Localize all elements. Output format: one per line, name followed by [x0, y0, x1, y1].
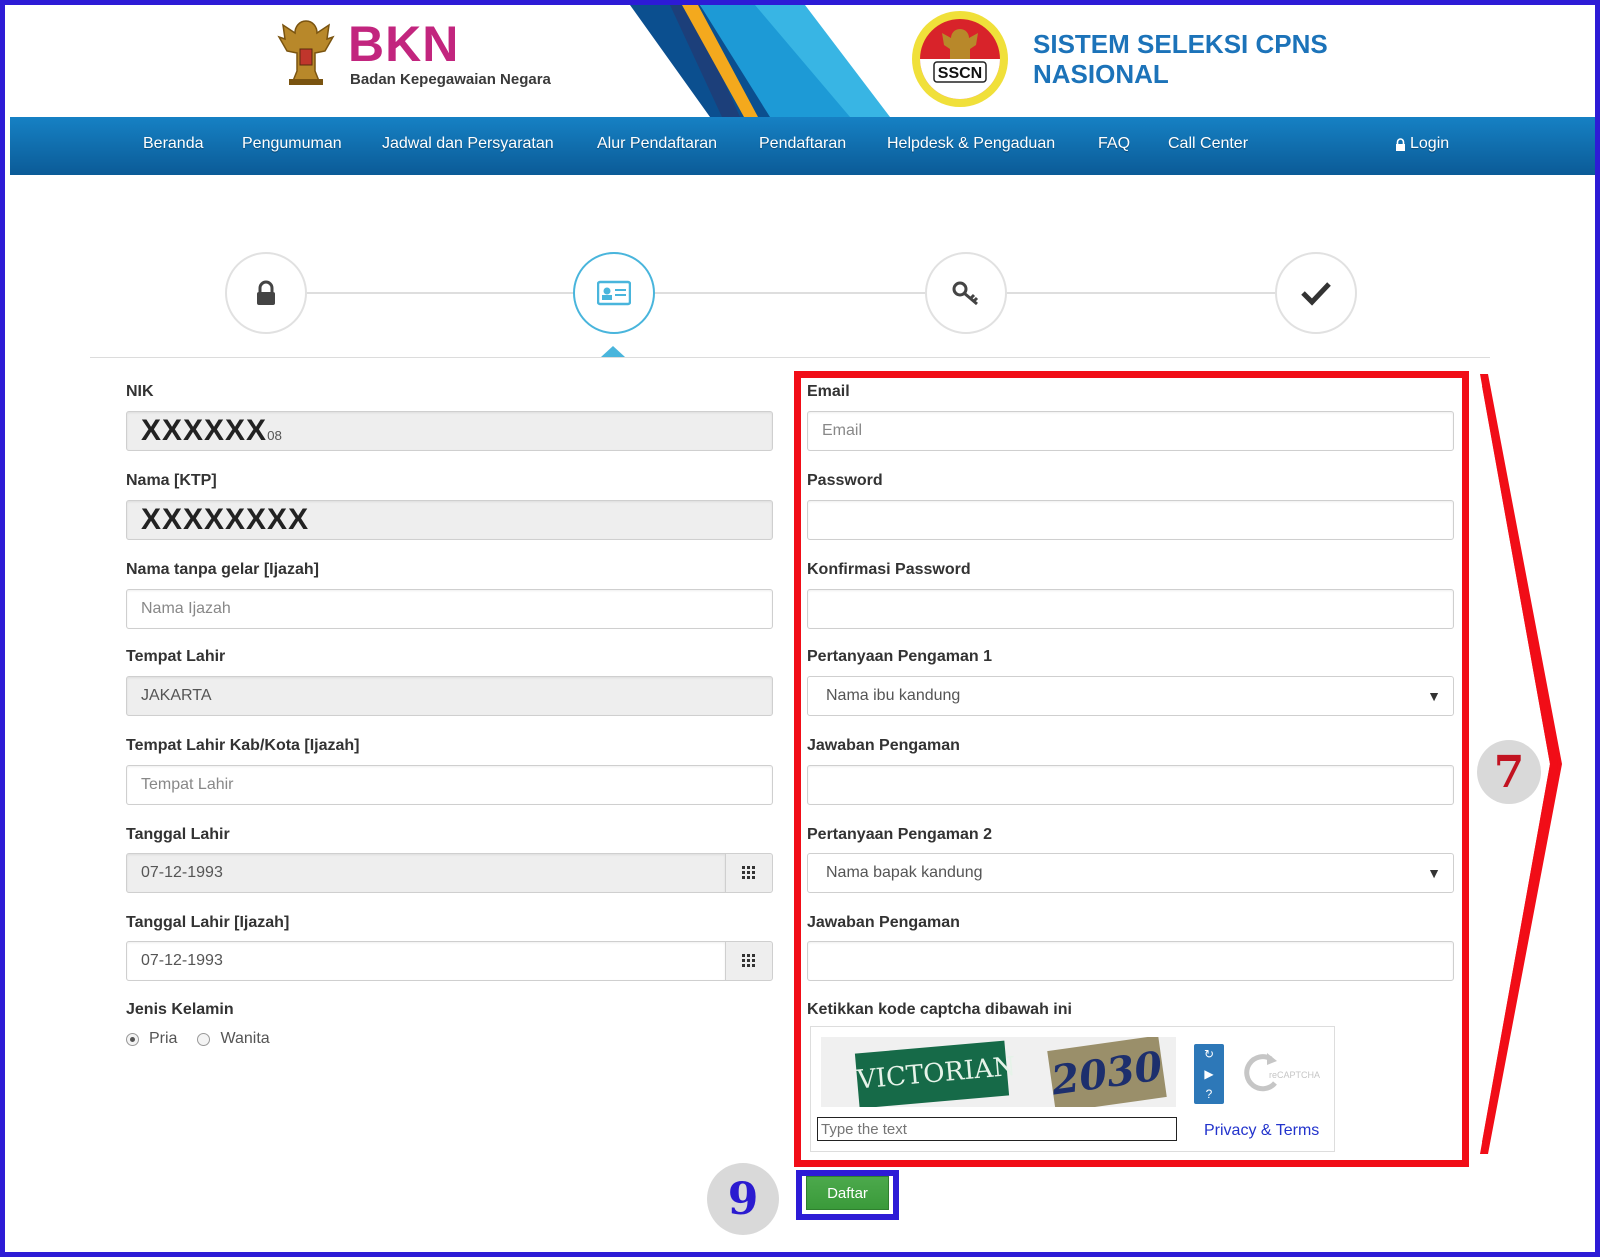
nama-ktp-label: Nama [KTP]	[126, 472, 217, 489]
nav-beranda[interactable]: Beranda	[143, 135, 204, 153]
sscn-title-line1: SISTEM SELEKSI CPNS	[1033, 29, 1328, 59]
sscn-title-line2: NASIONAL	[1033, 59, 1169, 89]
tempat-lahir-ijazah-label: Tempat Lahir Kab/Kota [Ijazah]	[126, 737, 360, 754]
steps-divider	[90, 357, 1490, 358]
nama-masked-value: XXXXXXXX	[141, 503, 310, 536]
tanggal-lahir-label: Tanggal Lahir	[126, 826, 230, 843]
nik-masked-value: XXXXXX	[141, 414, 268, 447]
nik-value-tail: 08	[267, 428, 282, 443]
step-2-identity	[573, 252, 655, 334]
tanggal-lahir-ijazah-label: Tanggal Lahir [Ijazah]	[126, 914, 290, 931]
tempat-lahir-label: Tempat Lahir	[126, 648, 226, 665]
radio-wanita-label: Wanita	[220, 1030, 270, 1047]
nav-faq[interactable]: FAQ	[1098, 135, 1130, 153]
lock-icon	[1396, 137, 1405, 151]
sscn-badge-text: SSCN	[938, 65, 982, 82]
tempat-lahir-field: JAKARTA	[126, 676, 773, 716]
nav-login-label: Login	[1410, 135, 1450, 152]
nik-field: XXXXXX08	[126, 411, 773, 451]
nav-jadwal-dan-persyaratan[interactable]: Jadwal dan Persyaratan	[382, 135, 554, 153]
annotation-highlight-box	[794, 371, 1469, 1167]
step-1-account	[225, 252, 307, 334]
step-3-security	[925, 252, 1007, 334]
annotation-step-7: 7	[1477, 740, 1541, 804]
nav-pendaftaran[interactable]: Pendaftaran	[759, 135, 846, 153]
nav-login[interactable]: Login	[1395, 135, 1449, 153]
nama-ijazah-input[interactable]	[126, 589, 773, 629]
jenis-kelamin-label: Jenis Kelamin	[126, 1001, 234, 1018]
nama-ijazah-label: Nama tanpa gelar [Ijazah]	[126, 561, 319, 578]
active-step-pointer	[601, 346, 625, 357]
radio-pria-label: Pria	[149, 1030, 178, 1047]
tempat-lahir-ijazah-input[interactable]	[126, 765, 773, 805]
step-4-finish	[1275, 252, 1357, 334]
garuda-emblem-icon	[277, 20, 335, 85]
nav-call-center[interactable]: Call Center	[1168, 135, 1248, 153]
calendar-grid-icon	[742, 954, 755, 967]
tanggal-lahir-ijazah-input[interactable]	[126, 941, 726, 981]
lock-icon	[257, 280, 275, 305]
nik-label: NIK	[126, 383, 154, 400]
nama-ktp-field: XXXXXXXX	[126, 500, 773, 540]
tanggal-lahir-field: 07-12-1993	[126, 853, 726, 893]
header-stripes-decoration	[630, 5, 890, 117]
id-card-icon	[597, 280, 631, 306]
site-header: BKN Badan Kepegawaian Negara SSCN SISTEM…	[10, 5, 1595, 117]
calendar-button[interactable]	[725, 853, 773, 893]
key-icon	[952, 281, 979, 306]
sscn-title: SISTEM SELEKSI CPNS NASIONAL	[1033, 29, 1328, 89]
calendar-ijazah-button[interactable]	[725, 941, 773, 981]
sscn-logo: SSCN	[912, 11, 1008, 107]
nav-alur-pendaftaran[interactable]: Alur Pendaftaran	[597, 135, 717, 153]
radio-wanita[interactable]	[197, 1032, 211, 1046]
nav-helpdesk-pengaduan[interactable]: Helpdesk & Pengaduan	[887, 135, 1055, 153]
bkn-title: BKN	[348, 16, 460, 72]
check-icon	[1301, 282, 1331, 306]
nav-pengumuman[interactable]: Pengumuman	[242, 135, 342, 153]
annotation-step-9: 9	[707, 1163, 779, 1235]
bkn-subtitle: Badan Kepegawaian Negara	[350, 71, 551, 88]
gender-radio-group: Pria Wanita	[126, 1030, 270, 1048]
steps-progress-line	[265, 292, 1315, 294]
calendar-grid-icon	[742, 866, 755, 879]
radio-pria[interactable]	[126, 1032, 139, 1046]
daftar-submit-button[interactable]: Daftar	[806, 1176, 889, 1210]
main-navbar: Beranda Pengumuman Jadwal dan Persyarata…	[10, 117, 1595, 175]
